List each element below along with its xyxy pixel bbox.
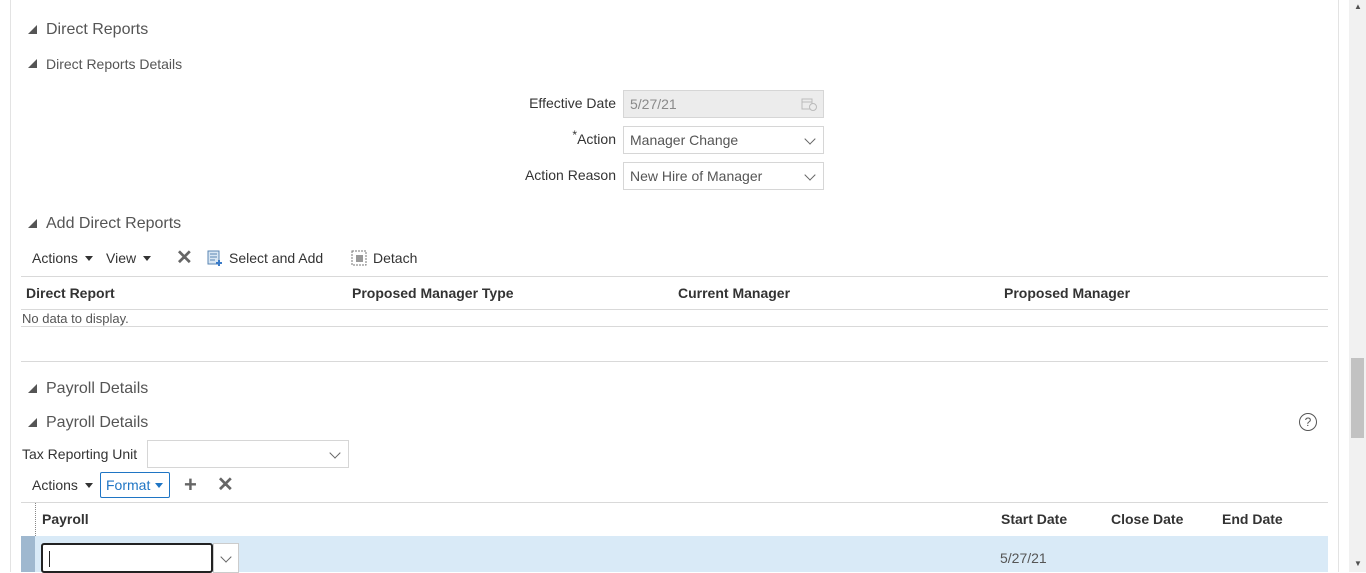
chevron-down-icon <box>804 169 816 181</box>
collapse-triangle-icon <box>28 58 37 68</box>
delete-icon[interactable]: ✕ <box>217 475 234 495</box>
tax-reporting-unit-label: Tax Reporting Unit <box>22 446 138 462</box>
select-and-add-button[interactable]: Select and Add <box>207 250 323 266</box>
chevron-down-icon <box>804 133 816 145</box>
collapse-triangle-icon <box>28 218 37 228</box>
column-header-payroll[interactable]: Payroll <box>42 511 89 527</box>
section-payroll-details-outer[interactable]: Payroll Details <box>28 380 148 398</box>
column-header-proposed-manager-type[interactable]: Proposed Manager Type <box>352 285 514 301</box>
dropdown-arrow-icon <box>155 482 164 488</box>
help-icon[interactable]: ? <box>1299 413 1317 431</box>
empty-table-message: No data to display. <box>22 311 129 326</box>
start-date-cell: 5/27/21 <box>1000 550 1047 566</box>
table-bottom-divider <box>21 326 1328 327</box>
scroll-down-icon[interactable]: ▼ <box>1352 558 1364 570</box>
section-title: Payroll Details <box>46 380 149 397</box>
dropdown-arrow-icon <box>143 255 152 261</box>
column-header-close-date[interactable]: Close Date <box>1111 511 1183 527</box>
action-label: *Action <box>572 128 616 147</box>
section-title: Add Direct Reports <box>46 215 182 232</box>
row-selector[interactable] <box>21 536 35 572</box>
effective-date-field: 5/27/21 <box>623 90 824 118</box>
dropdown-arrow-icon <box>84 482 93 488</box>
collapse-triangle-icon <box>28 24 37 34</box>
action-reason-select[interactable]: New Hire of Manager <box>623 162 824 190</box>
section-direct-reports[interactable]: Direct Reports <box>28 21 148 39</box>
collapse-triangle-icon <box>28 417 37 427</box>
calendar-icon <box>801 98 817 111</box>
action-reason-label: Action Reason <box>524 167 616 183</box>
section-direct-reports-details[interactable]: Direct Reports Details <box>28 56 182 72</box>
row-selector-header <box>21 503 36 536</box>
column-header-end-date[interactable]: End Date <box>1222 511 1283 527</box>
column-header-current-manager[interactable]: Current Manager <box>678 285 790 301</box>
payroll-input[interactable] <box>41 543 213 573</box>
collapse-triangle-icon <box>28 383 37 393</box>
actions-menu[interactable]: Actions <box>32 250 93 266</box>
format-menu-button[interactable]: Format <box>100 472 170 498</box>
column-header-direct-report[interactable]: Direct Report <box>26 285 115 301</box>
payroll-table-top-divider <box>21 502 1328 503</box>
column-header-start-date[interactable]: Start Date <box>1001 511 1067 527</box>
action-reason-value: New Hire of Manager <box>630 168 763 184</box>
action-select[interactable]: Manager Change <box>623 126 824 154</box>
detach-icon <box>351 250 367 266</box>
effective-date-label: Effective Date <box>529 95 616 111</box>
right-border <box>1338 0 1339 572</box>
required-indicator: * <box>572 128 578 142</box>
text-caret <box>49 551 50 567</box>
delete-icon[interactable]: ✕ <box>176 248 193 268</box>
select-and-add-icon <box>207 250 222 266</box>
effective-date-value: 5/27/21 <box>630 96 677 112</box>
section-add-direct-reports[interactable]: Add Direct Reports <box>28 215 181 233</box>
left-border <box>10 0 11 572</box>
vertical-scrollbar[interactable] <box>1349 0 1366 572</box>
section-payroll-details-inner[interactable]: Payroll Details <box>28 414 148 432</box>
table-top-divider <box>21 276 1328 277</box>
scroll-up-icon[interactable]: ▲ <box>1352 1 1364 13</box>
payroll-actions-menu[interactable]: Actions <box>32 477 93 493</box>
tax-reporting-unit-select[interactable] <box>147 440 349 468</box>
detach-button[interactable]: Detach <box>351 250 417 266</box>
action-select-value: Manager Change <box>630 132 739 148</box>
column-header-proposed-manager[interactable]: Proposed Manager <box>1004 285 1130 301</box>
payroll-dropdown-button[interactable] <box>213 543 239 573</box>
dropdown-arrow-icon <box>84 255 93 261</box>
section-title: Payroll Details <box>46 414 149 431</box>
section-title: Direct Reports <box>46 21 149 38</box>
section-divider <box>21 361 1328 362</box>
chevron-down-icon <box>329 447 341 459</box>
scrollbar-thumb[interactable] <box>1351 358 1364 438</box>
view-menu[interactable]: View <box>106 250 152 266</box>
chevron-down-icon <box>220 551 232 563</box>
section-title: Direct Reports Details <box>46 56 183 72</box>
add-icon[interactable]: + <box>184 474 197 496</box>
table-header-divider <box>21 309 1328 310</box>
